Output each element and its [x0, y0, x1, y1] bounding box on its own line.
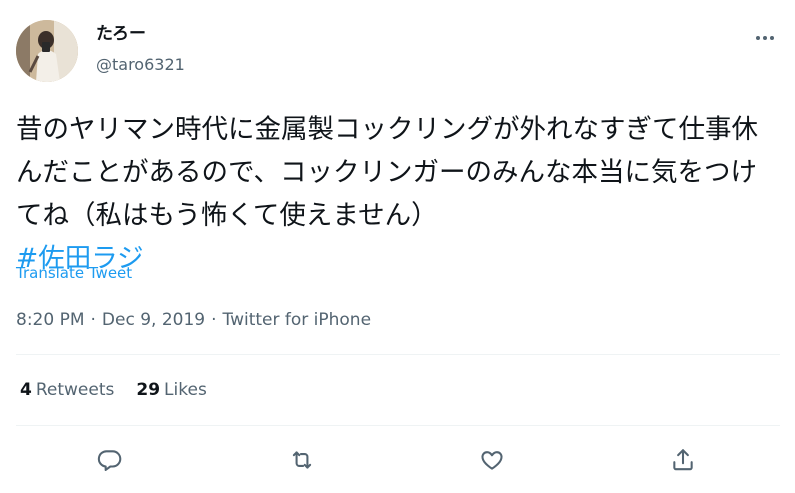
tweet-text: 昔のヤリマン時代に金属製コックリングが外れなすぎて仕事休んだことがあるので、コッ…	[16, 108, 781, 280]
more-options-button[interactable]	[750, 26, 780, 50]
share-button[interactable]	[663, 440, 703, 480]
retweets-label: Retweets	[35, 380, 115, 400]
like-button[interactable]	[472, 440, 512, 480]
divider	[16, 354, 780, 355]
more-dot	[763, 36, 767, 40]
avatar[interactable]	[16, 20, 78, 82]
meta-separator: ·	[90, 310, 96, 330]
likes-count: 29	[136, 380, 161, 400]
tweet-body: 昔のヤリマン時代に金属製コックリングが外れなすぎて仕事休んだことがあるので、コッ…	[16, 114, 758, 231]
likes-label: Likes	[164, 380, 207, 400]
divider	[16, 425, 780, 426]
meta-separator: ·	[211, 310, 217, 330]
retweets-count: 4	[20, 380, 32, 400]
tweet-action-bar	[0, 440, 795, 480]
likes-stat[interactable]: 29 Likes	[136, 378, 206, 402]
tweet-stats: 4 Retweets 29 Likes	[20, 378, 229, 402]
more-dot	[770, 36, 774, 40]
display-name[interactable]: たろー	[96, 23, 146, 45]
user-handle[interactable]: @taro6321	[96, 54, 185, 76]
retweets-stat[interactable]: 4 Retweets	[20, 378, 114, 402]
reply-button[interactable]	[90, 440, 130, 480]
retweet-button[interactable]	[282, 440, 322, 480]
tweet-meta: 8:20 PM · Dec 9, 2019 · Twitter for iPhone	[16, 308, 371, 332]
avatar-photo	[16, 20, 78, 82]
tweet-date[interactable]: Dec 9, 2019	[102, 310, 205, 330]
like-icon	[481, 451, 503, 470]
tweet-source[interactable]: Twitter for iPhone	[223, 310, 372, 330]
tweet-time[interactable]: 8:20 PM	[16, 310, 85, 330]
share-icon	[673, 449, 693, 471]
reply-icon	[97, 450, 122, 471]
more-dots-icon	[756, 36, 760, 40]
retweet-icon	[292, 451, 312, 469]
translate-tweet-link[interactable]: Translate Tweet	[16, 263, 132, 283]
